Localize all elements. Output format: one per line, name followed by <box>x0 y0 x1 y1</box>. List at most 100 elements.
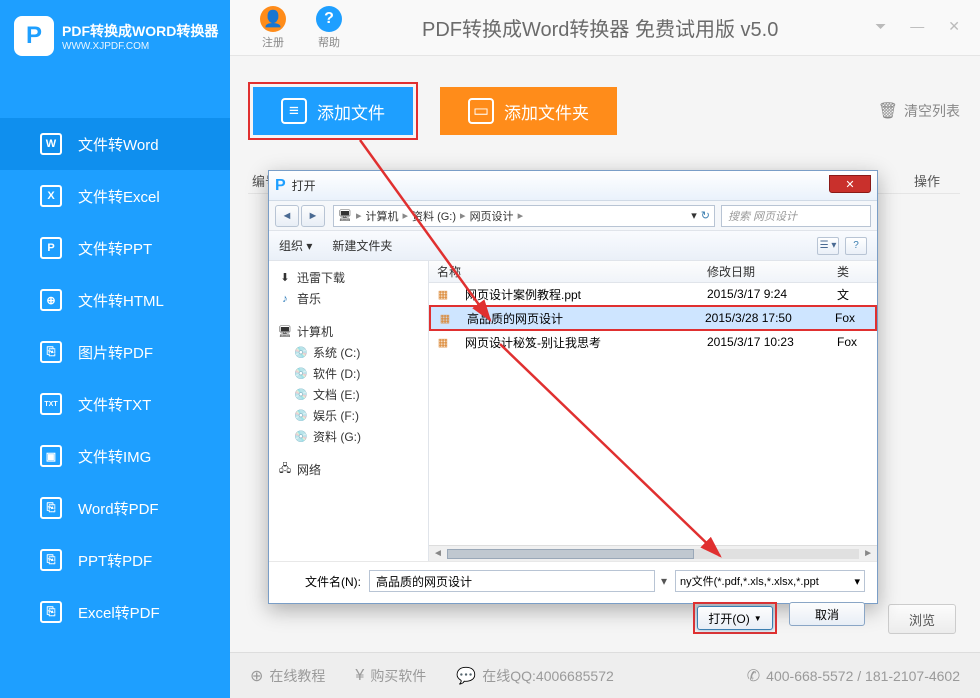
add-folder-button[interactable]: ▭ 添加文件夹 <box>440 87 617 135</box>
sidebar-item-excel2pdf[interactable]: ⎘ Excel转PDF <box>0 586 230 638</box>
search-input[interactable]: 搜索 网页设计 <box>721 205 871 227</box>
toolbar: ≡ 添加文件 ▭ 添加文件夹 🗑 清空列表 <box>248 82 960 140</box>
sidebar-item-ppt[interactable]: P文件转PPT <box>0 222 230 274</box>
file-open-dialog: P 打开 ✕ ◄ ► 🖥 ▸ 计算机 ▸ 资料 (G:) ▸ 网页设计 ▸ ▾↻… <box>268 170 878 604</box>
new-folder-button[interactable]: 新建文件夹 <box>332 237 392 254</box>
sidebar-item-excel[interactable]: X文件转Excel <box>0 170 230 222</box>
sidebar-item-txt[interactable]: TXT 文件转TXT <box>0 378 230 430</box>
list-item[interactable]: ▦ 高品质的网页设计 2015/3/28 17:50 Fox <box>431 307 875 329</box>
word-icon: W <box>40 133 62 155</box>
scroll-right-icon[interactable]: ► <box>863 548 873 559</box>
filename-label: 文件名(N): <box>281 573 361 590</box>
drive-icon: 💿 <box>293 388 309 402</box>
drive-icon: 💿 <box>293 409 309 423</box>
header: 👤 注册 ? 帮助 PDF转换成Word转换器 免费试用版 v5.0 ⏷ — ✕ <box>230 0 980 56</box>
tree-item-drive[interactable]: 💿资料 (G:) <box>273 426 424 447</box>
window-controls: ⏷ — ✕ <box>875 18 960 35</box>
refresh-icon[interactable]: ↻ <box>701 209 710 222</box>
nav-back-button[interactable]: ◄ <box>275 205 299 227</box>
highlight-open-button: 打开(O) ▼ <box>693 602 777 634</box>
sidebar-item-word[interactable]: W文件转Word <box>0 118 230 170</box>
footer-buy[interactable]: ¥购买软件 <box>355 666 426 686</box>
logo-title: PDF转换成WORD转换器 <box>62 21 218 41</box>
phone-icon: ✆ <box>747 666 760 686</box>
help-button[interactable]: ? 帮助 <box>316 6 342 50</box>
music-icon: ♪ <box>277 292 293 306</box>
sidebar: P PDF转换成WORD转换器 WWW.XJPDF.COM W文件转Word X… <box>0 0 230 698</box>
download-icon: ⬇ <box>277 271 293 285</box>
chat-icon: 💬 <box>456 666 476 686</box>
sidebar-item-html[interactable]: ⊕文件转HTML <box>0 274 230 326</box>
globe-icon: ⊕ <box>250 666 263 686</box>
col-op: 操作 <box>914 171 940 190</box>
tree-item[interactable]: ♪音乐 <box>273 288 424 309</box>
filename-input[interactable] <box>369 570 655 592</box>
nav-forward-button[interactable]: ► <box>301 205 325 227</box>
clear-list-button[interactable]: 🗑 清空列表 <box>878 101 960 121</box>
scroll-left-icon[interactable]: ◄ <box>433 548 443 559</box>
network-icon: 🖧 <box>277 463 293 477</box>
sidebar-item-img2pdf[interactable]: ⎘图片转PDF <box>0 326 230 378</box>
organize-menu[interactable]: 组织 ▾ <box>279 237 312 254</box>
tree-item-computer[interactable]: 🖥计算机 <box>273 321 424 342</box>
close-icon[interactable]: ✕ <box>948 18 960 35</box>
dropdown-icon[interactable]: ▾ <box>691 209 697 222</box>
list-header: 名称 修改日期 类 <box>429 261 877 283</box>
user-icon: 👤 <box>260 6 286 32</box>
footer-qq[interactable]: 💬在线QQ:4006685572 <box>456 666 613 686</box>
footer-tutorial[interactable]: ⊕在线教程 <box>250 666 325 686</box>
sidebar-item-ppt2pdf[interactable]: ⎘PPT转PDF <box>0 534 230 586</box>
open-button[interactable]: 打开(O) ▼ <box>697 606 773 630</box>
filetype-select[interactable]: ny文件(*.pdf,*.xls,*.xlsx,*.ppt▾ <box>675 570 865 592</box>
list-item[interactable]: ▦ 网页设计案例教程.ppt 2015/3/17 9:24 文 <box>429 283 877 305</box>
horizontal-scrollbar[interactable] <box>447 549 694 559</box>
sidebar-item-label: 文件转IMG <box>78 446 151 467</box>
breadcrumb[interactable]: 🖥 ▸ 计算机 ▸ 资料 (G:) ▸ 网页设计 ▸ ▾↻ <box>333 205 715 227</box>
cancel-button[interactable]: 取消 <box>789 602 865 626</box>
sidebar-item-word2pdf[interactable]: ⎘Word转PDF <box>0 482 230 534</box>
ppt-file-icon: ▦ <box>435 287 451 301</box>
add-file-button[interactable]: ≡ 添加文件 <box>253 87 413 135</box>
dialog-titlebar[interactable]: P 打开 ✕ <box>269 171 877 201</box>
help-button[interactable]: ? <box>845 237 867 255</box>
txt-icon: TXT <box>40 393 62 415</box>
pdf-file-icon: ▦ <box>435 335 451 349</box>
drive-icon: 💿 <box>293 346 309 360</box>
html-icon: ⊕ <box>40 289 62 311</box>
col-type[interactable]: 类 <box>837 263 877 280</box>
dropdown-icon[interactable]: ⏷ <box>875 18 886 35</box>
logo-area: P PDF转换成WORD转换器 WWW.XJPDF.COM <box>0 0 230 72</box>
tree-item-drive[interactable]: 💿系统 (C:) <box>273 342 424 363</box>
computer-icon: 🖥 <box>338 209 352 222</box>
tree-item[interactable]: ⬇迅雷下载 <box>273 267 424 288</box>
view-mode-button[interactable]: ☰ ▾ <box>817 237 839 255</box>
dialog-title: 打开 <box>292 177 316 194</box>
dialog-close-button[interactable]: ✕ <box>829 175 871 193</box>
tree-item-drive[interactable]: 💿软件 (D:) <box>273 363 424 384</box>
col-date[interactable]: 修改日期 <box>707 263 837 280</box>
folder-tree[interactable]: ⬇迅雷下载 ♪音乐 🖥计算机 💿系统 (C:) 💿软件 (D:) 💿文档 (E:… <box>269 261 429 561</box>
dialog-bottom: 文件名(N): ▾ ny文件(*.pdf,*.xls,*.xlsx,*.ppt▾… <box>269 561 877 642</box>
tree-item-network[interactable]: 🖧网络 <box>273 459 424 480</box>
pdf-icon: ⎘ <box>40 497 62 519</box>
register-button[interactable]: 👤 注册 <box>260 6 286 50</box>
logo-url: WWW.XJPDF.COM <box>62 41 218 52</box>
pdf-icon: ⎘ <box>40 601 62 623</box>
list-item[interactable]: ▦ 网页设计秘笈-别让我思考 2015/3/17 10:23 Fox <box>429 331 877 353</box>
folder-icon: ▭ <box>468 98 494 124</box>
tree-item-drive[interactable]: 💿文档 (E:) <box>273 384 424 405</box>
help-icon: ? <box>316 6 342 32</box>
file-icon: ≡ <box>281 98 307 124</box>
yen-icon: ¥ <box>355 667 364 685</box>
sidebar-item-label: Excel转PDF <box>78 602 160 623</box>
drive-icon: 💿 <box>293 430 309 444</box>
browse-button[interactable]: 浏览 <box>888 604 956 634</box>
computer-icon: 🖥 <box>277 325 293 339</box>
minimize-icon[interactable]: — <box>910 18 924 35</box>
tree-item-drive[interactable]: 💿娱乐 (F:) <box>273 405 424 426</box>
sidebar-item-img[interactable]: ▣文件转IMG <box>0 430 230 482</box>
sidebar-item-label: 文件转TXT <box>78 394 151 415</box>
col-name[interactable]: 名称 <box>429 263 707 280</box>
footer: ⊕在线教程 ¥购买软件 💬在线QQ:4006685572 ✆400-668-55… <box>230 652 980 698</box>
img-icon: ⎘ <box>40 341 62 363</box>
